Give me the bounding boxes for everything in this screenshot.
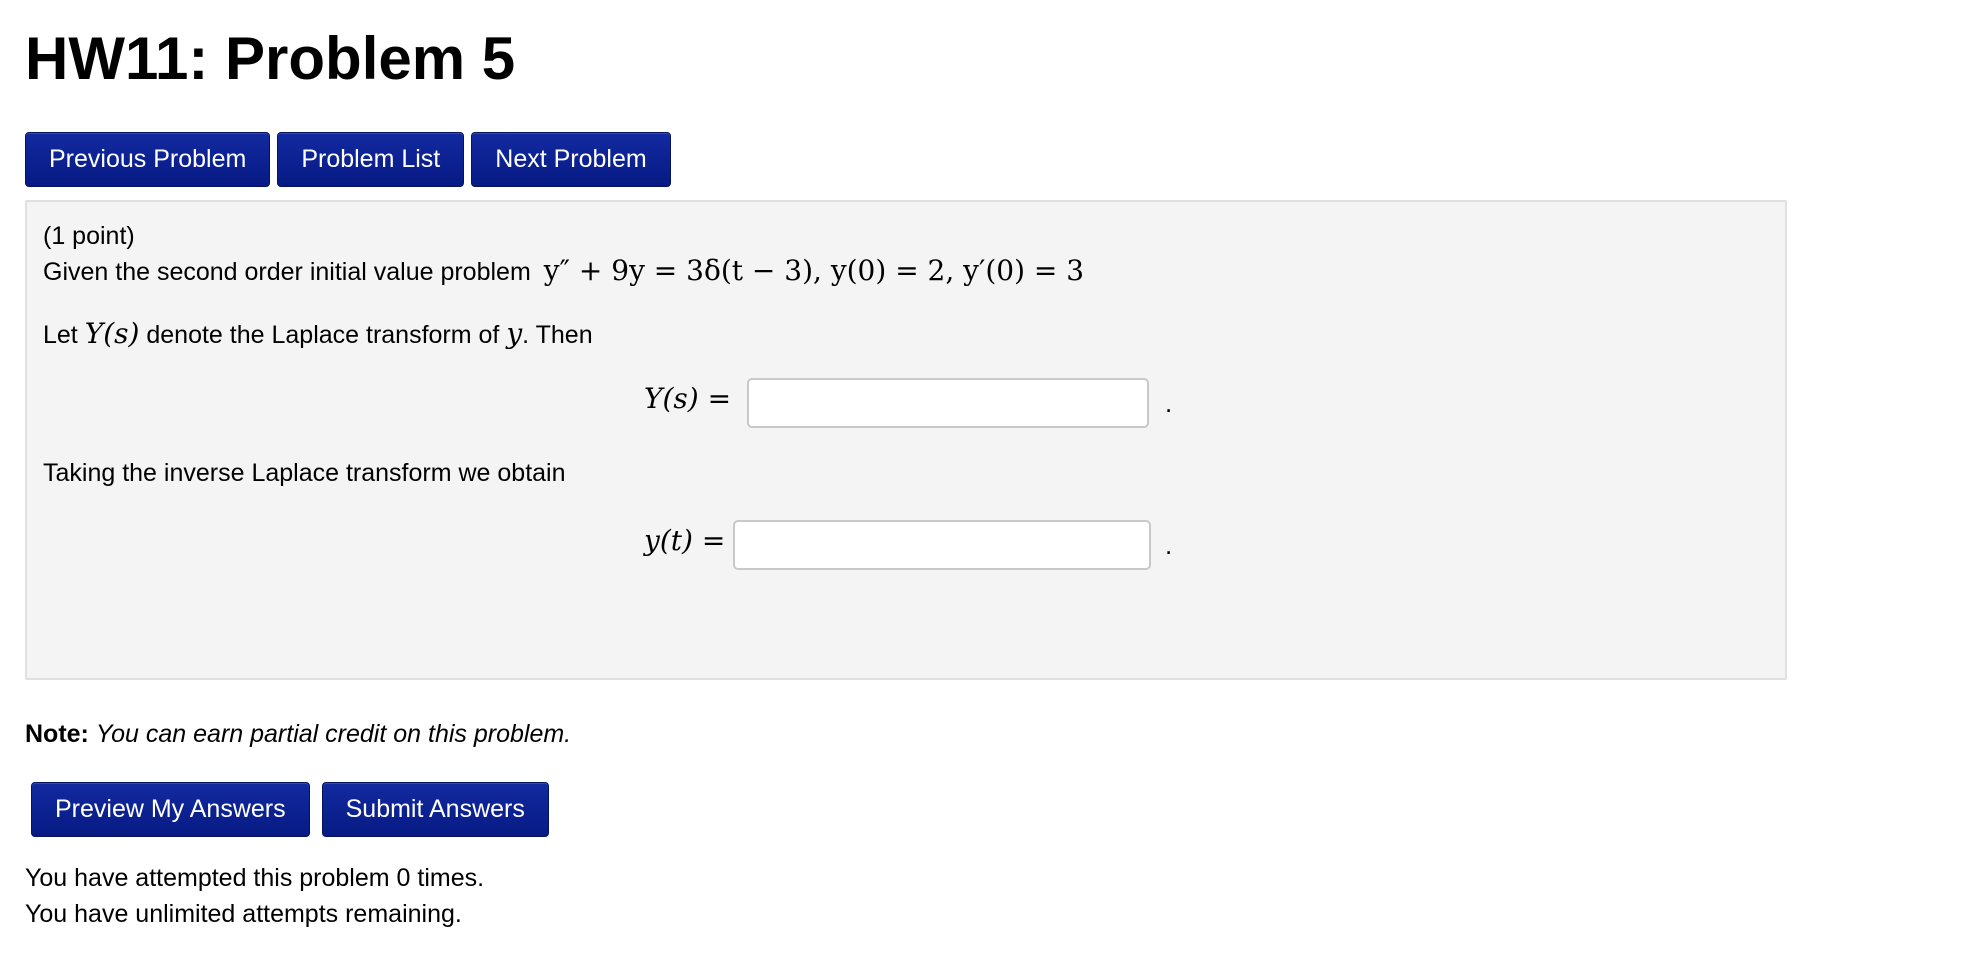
answer-actions: Preview My Answers Submit Answers <box>31 782 549 837</box>
answer1-period: . <box>1165 388 1173 418</box>
previous-problem-button[interactable]: Previous Problem <box>25 132 271 187</box>
problem-intro: Given the second order initial value pro… <box>43 258 531 286</box>
inverse-text: Taking the inverse Laplace transform we … <box>43 459 566 487</box>
laplace-symbol: Y(s) <box>84 317 140 350</box>
solution-answer-input[interactable] <box>733 520 1151 570</box>
answer2-label: y(t) = <box>644 524 726 557</box>
laplace-answer-input[interactable] <box>747 378 1149 428</box>
laplace-mid: denote the Laplace transform of <box>146 321 500 349</box>
submit-answers-button[interactable]: Submit Answers <box>321 782 549 837</box>
page-title: HW11: Problem 5 <box>25 25 516 92</box>
answer1-label: Y(s) = <box>644 382 732 415</box>
laplace-variable: y <box>506 317 523 350</box>
problem-points: (1 point) <box>43 222 135 250</box>
laplace-post: . Then <box>522 321 593 349</box>
note-label: Note: <box>25 720 89 748</box>
problem-statement: Given the second order initial value pro… <box>43 254 1084 287</box>
attempts-status: You have attempted this problem 0 times. <box>25 864 485 892</box>
problem-body: (1 point) Given the second order initial… <box>25 200 1787 680</box>
problem-list-button[interactable]: Problem List <box>277 132 465 187</box>
note-text: You can earn partial credit on this prob… <box>95 720 572 748</box>
problem-equation: y″ + 9y = 3δ(t − 3), y(0) = 2, y′(0) = 3 <box>543 254 1085 287</box>
problem-nav: Previous Problem Problem List Next Probl… <box>25 132 671 187</box>
answer2-period: . <box>1165 530 1173 560</box>
partial-credit-note: Note: You can earn partial credit on thi… <box>25 720 571 749</box>
preview-answers-button[interactable]: Preview My Answers <box>31 782 310 837</box>
remaining-status: You have unlimited attempts remaining. <box>25 900 462 928</box>
next-problem-button[interactable]: Next Problem <box>471 132 671 187</box>
laplace-pre: Let <box>43 321 78 349</box>
laplace-sentence: Let Y(s) denote the Laplace transform of… <box>43 317 593 350</box>
